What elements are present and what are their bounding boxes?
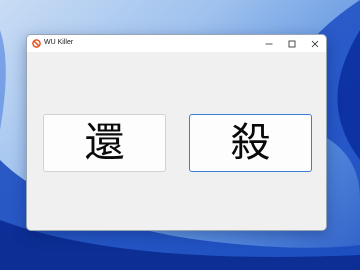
app-window: WU Killer 還 殺 — [26, 34, 327, 231]
close-button[interactable] — [303, 35, 326, 52]
title-bar[interactable]: WU Killer — [27, 35, 326, 52]
client-area: 還 殺 — [27, 52, 326, 230]
return-button[interactable]: 還 — [43, 114, 166, 172]
maximize-icon — [288, 40, 295, 47]
maximize-button[interactable] — [280, 35, 303, 52]
close-icon — [311, 40, 318, 47]
minimize-icon — [265, 43, 272, 44]
minimize-button[interactable] — [257, 35, 280, 52]
window-title: WU Killer — [44, 39, 74, 46]
desktop: WU Killer 還 殺 — [0, 0, 360, 270]
kill-button[interactable]: 殺 — [189, 114, 312, 172]
prohibited-icon — [32, 39, 41, 48]
